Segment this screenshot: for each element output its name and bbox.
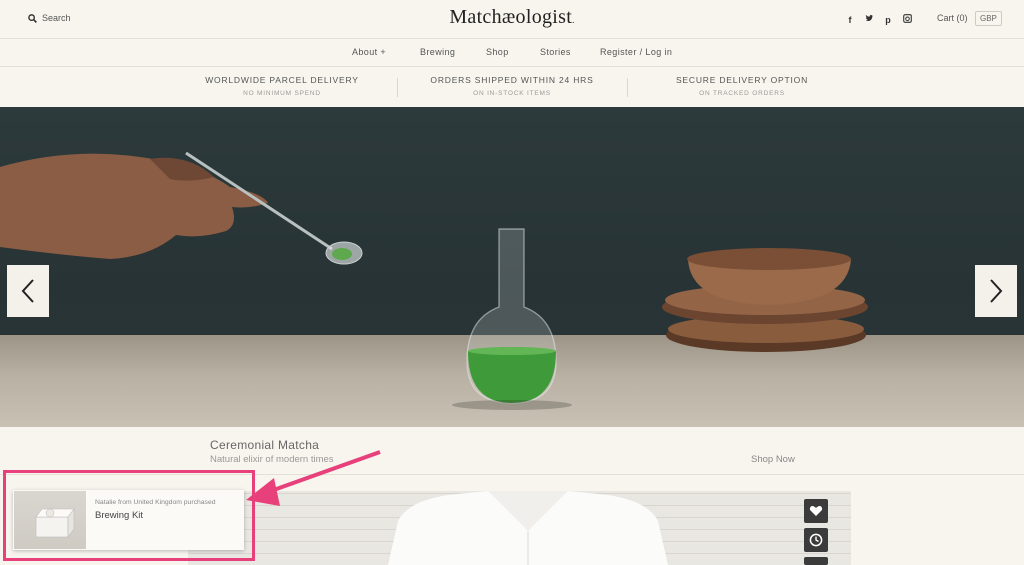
pinterest-icon[interactable]: p <box>883 15 893 25</box>
recently-viewed-button[interactable] <box>804 528 828 552</box>
nav-item-stories[interactable]: Stories <box>540 47 571 57</box>
chevron-left-icon <box>21 279 34 303</box>
nav-item-brewing[interactable]: Brewing <box>420 47 455 57</box>
main-nav: About + Brewing Shop Stories Register / … <box>0 39 1024 67</box>
instagram-icon[interactable] <box>902 14 912 25</box>
info-subtitle: NO MINIMUM SPEND <box>243 90 321 97</box>
clock-icon <box>809 533 823 547</box>
info-subtitle: ON TRACKED ORDERS <box>699 90 785 97</box>
social-links: f p <box>845 14 912 25</box>
facebook-icon[interactable]: f <box>845 15 855 25</box>
nav-item-shop[interactable]: Shop <box>486 47 509 57</box>
top-bar: Search Matchæologist. f p Cart (0) GBP <box>0 0 1024 39</box>
info-item-delivery: WORLDWIDE PARCEL DELIVERY NO MINIMUM SPE… <box>167 75 397 97</box>
brewing-kit-image <box>35 508 75 538</box>
hero-caption: Ceremonial Matcha Natural elixir of mode… <box>0 427 1024 475</box>
info-item-secure: SECURE DELIVERY OPTION ON TRACKED ORDERS <box>627 75 857 97</box>
nav-item-about[interactable]: About + <box>352 47 386 57</box>
heart-icon <box>809 506 823 516</box>
currency-selector[interactable]: GBP <box>975 11 1002 26</box>
logo-text: Matchæologist <box>449 6 573 28</box>
cart-link[interactable]: Cart (0) <box>937 13 968 23</box>
info-title: WORLDWIDE PARCEL DELIVERY <box>205 75 359 85</box>
info-title: ORDERS SHIPPED WITHIN 24 HRS <box>430 75 594 85</box>
logo-mark: . <box>572 15 575 25</box>
purchase-notification[interactable]: Natalie from United Kingdom purchased Br… <box>13 490 244 550</box>
notification-product: Brewing Kit <box>95 510 144 521</box>
twitter-icon[interactable] <box>864 14 874 25</box>
wishlist-button[interactable] <box>804 499 828 523</box>
product-thumbnail <box>14 491 86 549</box>
share-button[interactable] <box>804 557 828 565</box>
shop-now-link[interactable]: Shop Now <box>751 454 795 465</box>
info-item-shipping: ORDERS SHIPPED WITHIN 24 HRS ON IN-STOCK… <box>397 75 627 97</box>
notification-text: Natalie from United Kingdom purchased <box>95 499 216 506</box>
nav-item-register-login[interactable]: Register / Log in <box>600 47 672 57</box>
hero-image <box>0 151 868 410</box>
chevron-right-icon <box>990 279 1003 303</box>
slider-prev-button[interactable] <box>7 265 49 317</box>
info-subtitle: ON IN-STOCK ITEMS <box>473 90 551 97</box>
slider-next-button[interactable] <box>975 265 1017 317</box>
annotation-arrow <box>246 450 381 506</box>
info-strip: WORLDWIDE PARCEL DELIVERY NO MINIMUM SPE… <box>0 67 1024 107</box>
info-title: SECURE DELIVERY OPTION <box>675 75 809 85</box>
hero-slider[interactable] <box>0 107 1024 427</box>
